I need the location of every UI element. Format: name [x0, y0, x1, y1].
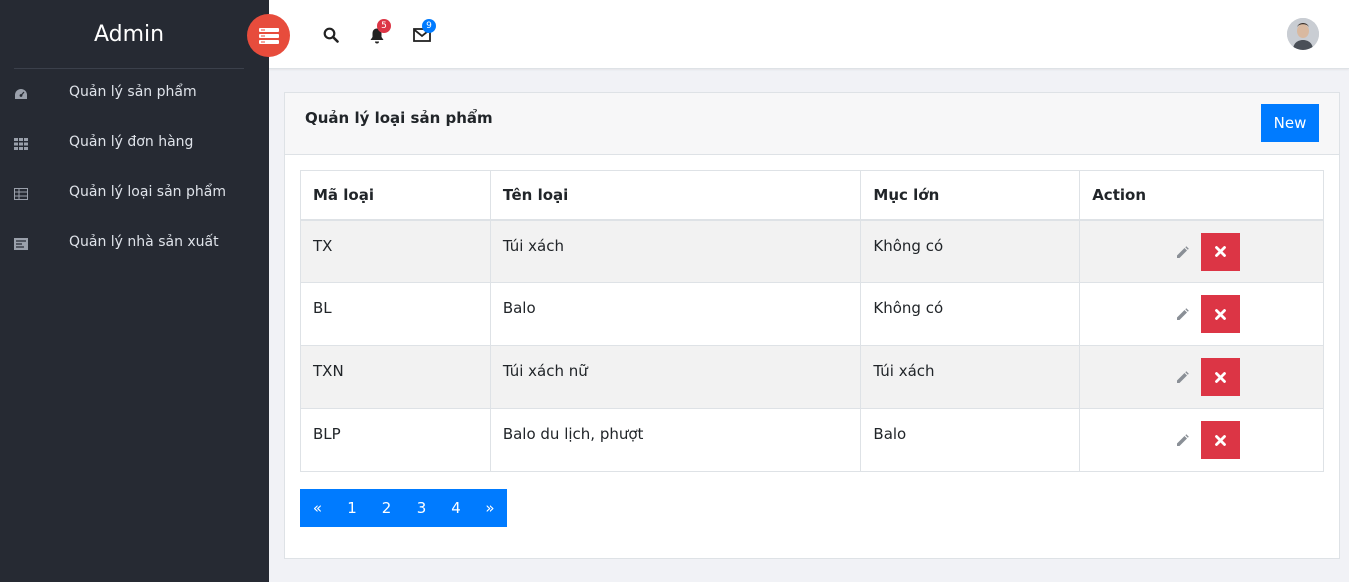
cell-actions [1079, 345, 1324, 409]
column-header-parent: Mục lớn [860, 170, 1081, 221]
cell-parent: Không có [860, 282, 1081, 346]
avatar-image [1287, 18, 1319, 50]
delete-button[interactable] [1201, 295, 1241, 333]
pagination-page-4[interactable]: 4 [439, 489, 473, 527]
cell-parent: Balo [860, 408, 1081, 472]
messages-count-badge: 9 [422, 19, 436, 33]
menu-toggle-icon [258, 27, 279, 44]
card-header: Quản lý loại sản phẩm New [285, 93, 1339, 155]
pagination-page-1[interactable]: 1 [335, 489, 369, 527]
delete-button[interactable] [1201, 358, 1241, 396]
sidebar: Admin Quản lý sản phẩm Quản lý đơn hàng … [0, 0, 269, 582]
cell-code: BL [300, 282, 491, 346]
grid-icon [14, 138, 28, 150]
pencil-icon[interactable] [1174, 307, 1190, 323]
column-header-name: Tên loại [489, 170, 862, 221]
category-table: Mã loại Tên loại Mục lớn Action TX Túi x… [300, 170, 1324, 472]
search-button[interactable] [321, 25, 341, 45]
pencil-icon[interactable] [1174, 433, 1190, 449]
brand-title[interactable]: Admin [14, 0, 244, 69]
sidebar-item-label: Quản lý đơn hàng [69, 134, 194, 150]
pagination-page-2[interactable]: 2 [369, 489, 404, 527]
cell-code: BLP [300, 408, 491, 472]
sidebar-nav: Quản lý sản phẩm Quản lý đơn hàng Quản l… [0, 69, 269, 269]
dashboard-icon [15, 89, 27, 99]
notifications-button[interactable]: 5 [367, 19, 391, 45]
page-title: Quản lý loại sản phẩm [305, 109, 493, 127]
cell-actions [1079, 282, 1324, 346]
close-icon [1215, 308, 1227, 320]
messages-button[interactable]: 9 [412, 19, 436, 45]
delete-button[interactable] [1201, 421, 1241, 459]
close-icon [1215, 246, 1227, 257]
cell-code: TXN [300, 345, 491, 409]
pagination: « 1 2 3 4 » [300, 489, 507, 527]
table-row: TXN Túi xách nữ Túi xách [300, 345, 1324, 409]
sidebar-item-categories[interactable]: Quản lý loại sản phẩm [0, 169, 269, 219]
cell-parent: Không có [860, 219, 1081, 283]
pencil-icon[interactable] [1174, 370, 1190, 386]
table-header-row: Mã loại Tên loại Mục lớn Action [300, 170, 1324, 221]
cell-name: Balo du lịch, phượt [489, 408, 862, 472]
pagination-prev[interactable]: « [300, 489, 335, 527]
cell-actions [1079, 219, 1324, 283]
notifications-count-badge: 5 [377, 19, 391, 33]
pencil-icon[interactable] [1174, 245, 1190, 261]
delete-button[interactable] [1201, 232, 1241, 271]
table-row: BLP Balo du lịch, phượt Balo [300, 408, 1324, 472]
sidebar-item-label: Quản lý sản phẩm [69, 84, 197, 100]
sidebar-item-label: Quản lý nhà sản xuất [69, 234, 219, 250]
column-header-action: Action [1079, 170, 1324, 221]
new-button[interactable]: New [1261, 104, 1319, 142]
table-icon [14, 188, 28, 200]
sidebar-item-label: Quản lý loại sản phẩm [69, 184, 226, 200]
category-card: Quản lý loại sản phẩm New Mã loại Tên lo… [284, 92, 1340, 559]
sidebar-item-manufacturers[interactable]: Quản lý nhà sản xuất [0, 219, 269, 269]
user-avatar[interactable] [1287, 18, 1319, 50]
cell-code: TX [300, 219, 491, 283]
pagination-next[interactable]: » [473, 489, 507, 527]
list-icon [14, 238, 28, 250]
pagination-page-3[interactable]: 3 [404, 489, 439, 527]
cell-name: Túi xách [489, 219, 862, 283]
topbar: 5 9 [247, 0, 1349, 69]
sidebar-toggle-button[interactable] [247, 14, 290, 57]
table-row: BL Balo Không có [300, 282, 1324, 346]
close-icon [1215, 434, 1227, 446]
cell-name: Balo [489, 282, 862, 346]
column-header-code: Mã loại [300, 170, 491, 221]
sidebar-item-products[interactable]: Quản lý sản phẩm [0, 69, 269, 119]
table-row: TX Túi xách Không có [300, 219, 1324, 283]
sidebar-item-orders[interactable]: Quản lý đơn hàng [0, 119, 269, 169]
cell-actions [1079, 408, 1324, 472]
cell-name: Túi xách nữ [489, 345, 862, 409]
search-icon [323, 27, 339, 43]
cell-parent: Túi xách [860, 345, 1081, 409]
close-icon [1215, 371, 1227, 383]
